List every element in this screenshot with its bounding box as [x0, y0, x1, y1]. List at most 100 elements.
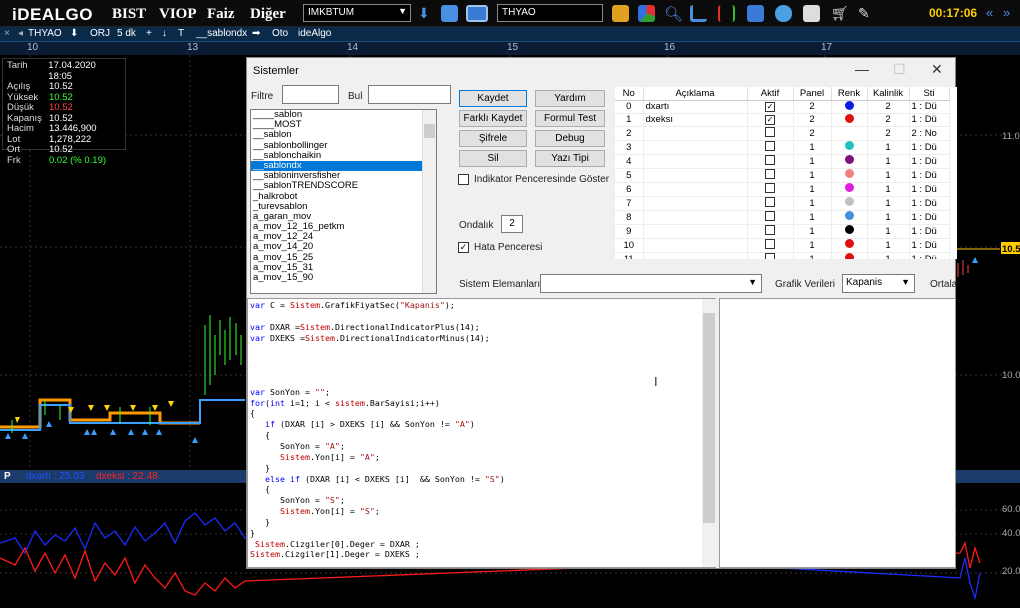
code-line[interactable]: for(int i=1; i < sistem.BarSayisi;i++)	[250, 398, 713, 409]
back-arrow-icon[interactable]: «	[986, 5, 993, 20]
code-line[interactable]: Sistem.Yon[i] = "S";	[250, 506, 713, 517]
grid-column-header[interactable]: Sti	[909, 87, 950, 101]
forward-arrow-icon[interactable]: »	[1003, 5, 1010, 20]
filter-input[interactable]	[282, 85, 339, 104]
code-line[interactable]: }	[250, 463, 713, 474]
row-panel[interactable]: 1	[793, 196, 832, 211]
row-description[interactable]: dxeksı	[643, 113, 748, 127]
active-checkbox[interactable]	[765, 154, 775, 165]
code-line[interactable]	[250, 311, 713, 322]
formula-test-button[interactable]: Formul Test	[535, 110, 605, 127]
row-active-cell[interactable]	[747, 168, 794, 183]
menu-viop[interactable]: VIOP	[159, 6, 197, 23]
color-swatch[interactable]	[844, 253, 854, 259]
row-style[interactable]: 1 : Dü	[909, 154, 950, 169]
active-checkbox[interactable]	[765, 140, 775, 151]
system-list-item[interactable]: __sablonTRENDSCORE	[251, 181, 436, 191]
editor-scrollbar[interactable]	[702, 299, 716, 567]
document-icon[interactable]	[441, 5, 458, 22]
active-checkbox[interactable]	[765, 210, 775, 221]
row-panel[interactable]: 2	[793, 126, 832, 141]
row-panel[interactable]: 1	[793, 238, 832, 253]
save-button[interactable]: Kaydet	[459, 90, 527, 107]
row-panel[interactable]: 1	[793, 182, 832, 197]
row-panel[interactable]: 1	[793, 154, 832, 169]
row-style[interactable]: 1 : Dü	[909, 100, 950, 114]
help-button[interactable]: Yardım	[535, 90, 605, 107]
code-line[interactable]: var SonYon = "";	[250, 387, 713, 398]
indicator-window-checkbox[interactable]	[458, 174, 469, 185]
code-line[interactable]: Sistem.Yon[i] = "A";	[250, 452, 713, 463]
monitor-icon[interactable]	[466, 5, 488, 22]
active-checkbox[interactable]: ✓	[765, 102, 775, 113]
row-description[interactable]	[643, 154, 748, 169]
row-color-cell[interactable]	[831, 224, 868, 239]
debug-button[interactable]: Debug	[535, 130, 605, 147]
row-description[interactable]	[643, 140, 748, 155]
row-active-cell[interactable]	[747, 182, 794, 197]
system-list[interactable]: ____sablon ____MOST __sablon __sablonbollin…	[250, 109, 437, 294]
row-active-cell[interactable]	[747, 126, 794, 141]
row-description[interactable]	[643, 210, 748, 225]
row-thickness[interactable]: 1	[867, 224, 910, 239]
code-line[interactable]: var C = Sistem.GrafikFiyatSec("Kapanis")…	[250, 300, 713, 311]
encrypt-button[interactable]: Şifrele	[459, 130, 527, 147]
row-active-cell[interactable]	[747, 196, 794, 211]
save-as-button[interactable]: Farklı Kaydet	[459, 110, 527, 127]
symbol-label[interactable]: THYAO	[28, 28, 62, 39]
code-editor[interactable]: var C = Sistem.GrafikFiyatSec("Kapanis")…	[247, 298, 716, 568]
code-line[interactable]: {	[250, 408, 713, 419]
cart-icon[interactable]: 🛒︎	[831, 5, 849, 22]
code-line[interactable]	[250, 343, 713, 354]
row-style[interactable]: 1 : Dü	[909, 140, 950, 155]
grid-column-header[interactable]: Panel	[793, 87, 832, 101]
market-select[interactable]: IMKBTUM ▼	[303, 4, 411, 22]
code-line[interactable]: }	[250, 517, 713, 528]
color-swatch[interactable]	[844, 239, 854, 249]
active-checkbox[interactable]	[765, 238, 775, 249]
row-color-cell[interactable]	[831, 140, 868, 155]
candlestick-icon[interactable]	[718, 5, 735, 22]
row-panel[interactable]: 1	[793, 224, 832, 239]
row-thickness[interactable]: 1	[867, 196, 910, 211]
search-icon[interactable]: 🔍︎	[664, 5, 683, 23]
row-panel[interactable]: 2	[793, 100, 832, 114]
active-checkbox[interactable]	[765, 196, 775, 207]
menu-faiz[interactable]: Faiz	[207, 6, 235, 23]
system-list-item[interactable]: a_mov_15_90	[251, 272, 436, 283]
row-active-cell[interactable]	[747, 140, 794, 155]
row-style[interactable]: 1 : Dü	[909, 113, 950, 127]
table-row[interactable]: 8111 : Dü	[615, 210, 950, 225]
row-active-cell[interactable]	[747, 252, 794, 259]
code-line[interactable]	[250, 376, 713, 387]
row-color-cell[interactable]	[831, 126, 868, 141]
row-panel[interactable]: 2	[793, 113, 832, 127]
text-tool-button[interactable]: T	[178, 28, 184, 39]
minimize-button[interactable]: —	[855, 61, 869, 77]
color-swatch[interactable]	[844, 183, 854, 193]
active-checkbox[interactable]: ✓	[765, 115, 775, 126]
row-thickness[interactable]: 1	[867, 252, 910, 259]
system-elements-select[interactable]: ▼	[540, 274, 762, 293]
row-panel[interactable]: 1	[793, 210, 832, 225]
active-checkbox[interactable]	[765, 126, 775, 137]
code-line[interactable]: Sistem.Cizgiler[0].Deger = DXAR ;	[250, 539, 713, 550]
row-color-cell[interactable]	[831, 210, 868, 225]
row-thickness[interactable]: 2	[867, 113, 910, 127]
color-swatch[interactable]	[844, 155, 854, 165]
row-description[interactable]	[643, 238, 748, 253]
active-checkbox[interactable]	[765, 224, 775, 235]
row-color-cell[interactable]	[831, 182, 868, 197]
grid-column-header[interactable]: Açıklama	[643, 87, 748, 101]
row-color-cell[interactable]	[831, 100, 868, 114]
code-line[interactable]: else if (DXAR [i] < DXEKS [i] && SonYon …	[250, 474, 713, 485]
row-style[interactable]: 1 : Dü	[909, 252, 950, 259]
decimal-input[interactable]: 2	[501, 215, 523, 233]
row-active-cell[interactable]	[747, 154, 794, 169]
code-line[interactable]	[250, 354, 713, 365]
close-button[interactable]: ✕	[931, 61, 943, 78]
row-style[interactable]: 1 : Dü	[909, 224, 950, 239]
row-panel[interactable]: 1	[793, 140, 832, 155]
row-description[interactable]	[643, 168, 748, 183]
grid-column-header[interactable]: Kalinlik	[867, 87, 910, 101]
